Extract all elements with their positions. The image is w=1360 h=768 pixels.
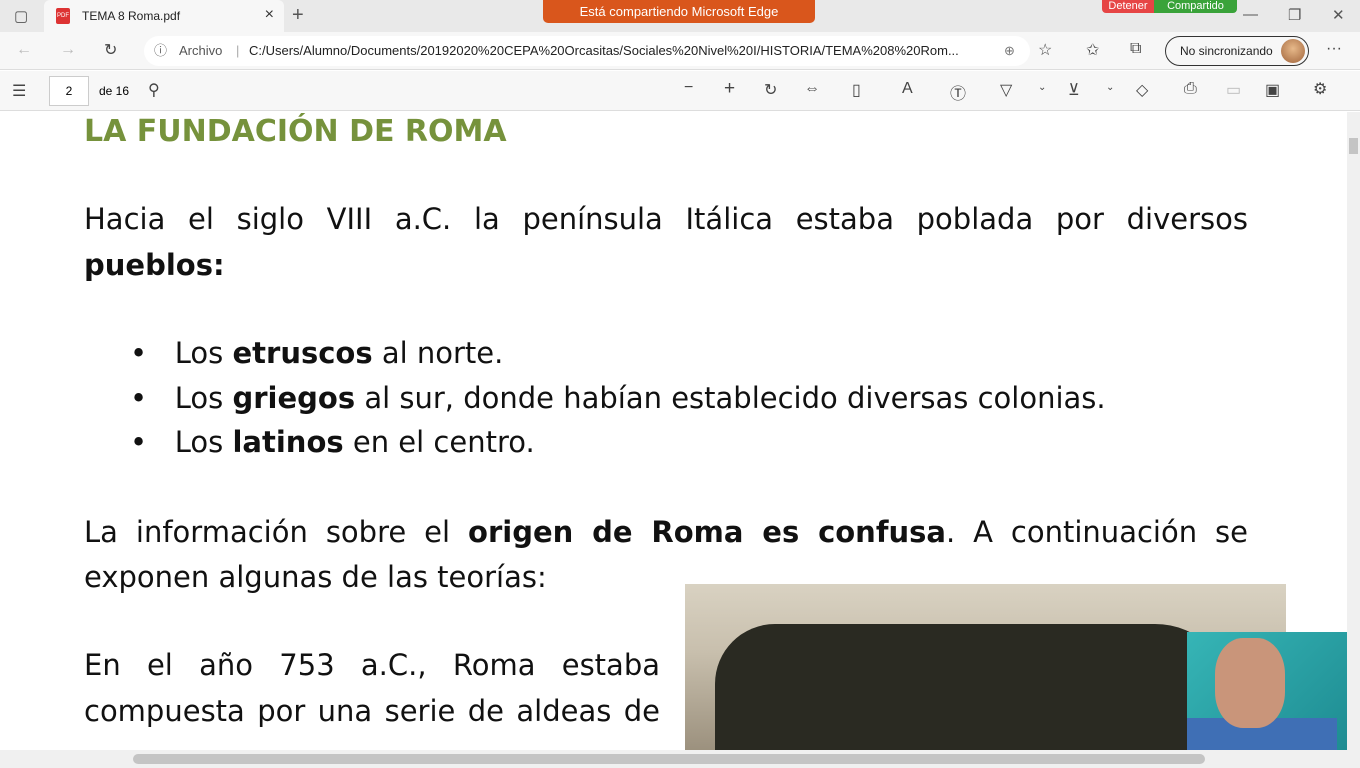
list-item: • Los latinos en el centro. bbox=[130, 425, 535, 459]
bold-text: pueblos bbox=[84, 248, 213, 282]
list-item: • Los griegos al sur, donde habían estab… bbox=[130, 381, 1106, 415]
profile-button[interactable]: No sincronizando bbox=[1165, 36, 1309, 66]
forward-icon[interactable]: → bbox=[60, 41, 76, 59]
highlight-icon[interactable]: ⊻ bbox=[1068, 80, 1080, 100]
read-aloud-icon[interactable]: A bbox=[902, 80, 913, 98]
draw-options-icon[interactable]: ⌄ bbox=[1038, 82, 1046, 93]
save-as-icon[interactable]: ▣ bbox=[1265, 80, 1280, 100]
add-favorite-icon[interactable]: ☆ bbox=[1038, 40, 1052, 60]
page-view-icon[interactable]: ▯ bbox=[852, 80, 861, 100]
paragraph-2: La información sobre el origen de Roma e… bbox=[84, 515, 1249, 549]
collections-icon[interactable]: ⧉ bbox=[1130, 40, 1141, 58]
eraser-icon[interactable]: ◇ bbox=[1136, 80, 1148, 100]
refresh-icon[interactable]: ↻ bbox=[104, 40, 117, 60]
webcam-overlay bbox=[1187, 632, 1347, 750]
zoom-out-icon[interactable]: − bbox=[684, 79, 693, 97]
contents-icon[interactable]: ☰ bbox=[12, 81, 26, 101]
pdf-icon: PDF bbox=[56, 8, 70, 24]
horizontal-scrollbar[interactable] bbox=[0, 750, 1360, 768]
close-window-icon[interactable]: ✕ bbox=[1332, 6, 1345, 24]
back-icon[interactable]: ← bbox=[16, 41, 32, 59]
url-field[interactable]: ⓘ Archivo | C:/Users/Alumno/Documents/20… bbox=[144, 36, 1030, 66]
paragraph-1: Hacia el siglo VIII a.C. la península It… bbox=[84, 202, 1248, 236]
minimize-icon[interactable]: — bbox=[1243, 6, 1258, 23]
settings-icon[interactable]: ⚙ bbox=[1313, 79, 1327, 99]
scheme-label: Archivo bbox=[179, 43, 223, 58]
draw-icon[interactable]: ▽ bbox=[1000, 80, 1012, 100]
tab-title: TEMA 8 Roma.pdf bbox=[82, 9, 181, 23]
text-icon[interactable]: Ⓣ bbox=[950, 80, 966, 104]
vertical-scrollbar[interactable] bbox=[1347, 112, 1360, 750]
more-icon[interactable]: ··· bbox=[1326, 40, 1342, 58]
sharing-banner: Está compartiendo Microsoft Edge bbox=[543, 0, 815, 23]
close-tab-icon[interactable]: × bbox=[265, 6, 274, 24]
pdf-page: LA FUNDACIÓN DE ROMA Hacia el siglo VIII… bbox=[0, 112, 1347, 750]
page-count: de 16 bbox=[99, 84, 130, 98]
address-bar: ← → ↻ ⓘ Archivo | C:/Users/Alumno/Docume… bbox=[0, 32, 1360, 70]
page-title: LA FUNDACIÓN DE ROMA bbox=[84, 114, 507, 149]
paragraph-1-end: pueblos: bbox=[84, 248, 225, 282]
profile-label: No sincronizando bbox=[1180, 44, 1273, 58]
page-number-input[interactable]: 2 bbox=[49, 76, 89, 106]
paragraph-3: En el año 753 a.C., Roma estaba bbox=[84, 648, 660, 682]
avatar bbox=[1281, 39, 1305, 63]
highlight-options-icon[interactable]: ⌄ bbox=[1106, 82, 1114, 93]
paragraph-3-line-2: compuesta por una serie de aldeas de bbox=[84, 694, 660, 728]
shared-indicator: Compartido bbox=[1154, 0, 1237, 13]
pdf-toolbar: ☰ 2 de 16 ⚲ − + ↻ ⇔ ▯ A Ⓣ ▽ ⌄ ⊻ ⌄ ◇ ⎙ ▭ … bbox=[0, 71, 1360, 111]
info-icon: ⓘ bbox=[154, 43, 168, 58]
stop-sharing-button[interactable]: Detener bbox=[1102, 0, 1154, 13]
zoom-icon[interactable]: ⊕ bbox=[1004, 36, 1015, 66]
tab-actions-icon[interactable]: ▢ bbox=[14, 7, 28, 25]
list-item: • Los etruscos al norte. bbox=[130, 336, 504, 370]
zoom-in-icon[interactable]: + bbox=[724, 78, 735, 100]
url-text: C:/Users/Alumno/Documents/20192020%20CEP… bbox=[249, 43, 959, 58]
save-icon[interactable]: ▭ bbox=[1226, 80, 1241, 100]
tab-pdf[interactable]: PDF TEMA 8 Roma.pdf × bbox=[44, 0, 284, 32]
tab-bar: ▢ PDF TEMA 8 Roma.pdf × + Está compartie… bbox=[0, 0, 1360, 32]
search-icon[interactable]: ⚲ bbox=[148, 80, 160, 100]
fit-width-icon[interactable]: ⇔ bbox=[804, 80, 820, 98]
new-tab-icon[interactable]: + bbox=[292, 4, 304, 27]
restore-icon[interactable]: ❐ bbox=[1288, 6, 1301, 24]
rotate-icon[interactable]: ↻ bbox=[764, 80, 777, 100]
favorites-icon[interactable]: ✩ bbox=[1086, 40, 1099, 60]
print-icon[interactable]: ⎙ bbox=[1184, 80, 1197, 98]
